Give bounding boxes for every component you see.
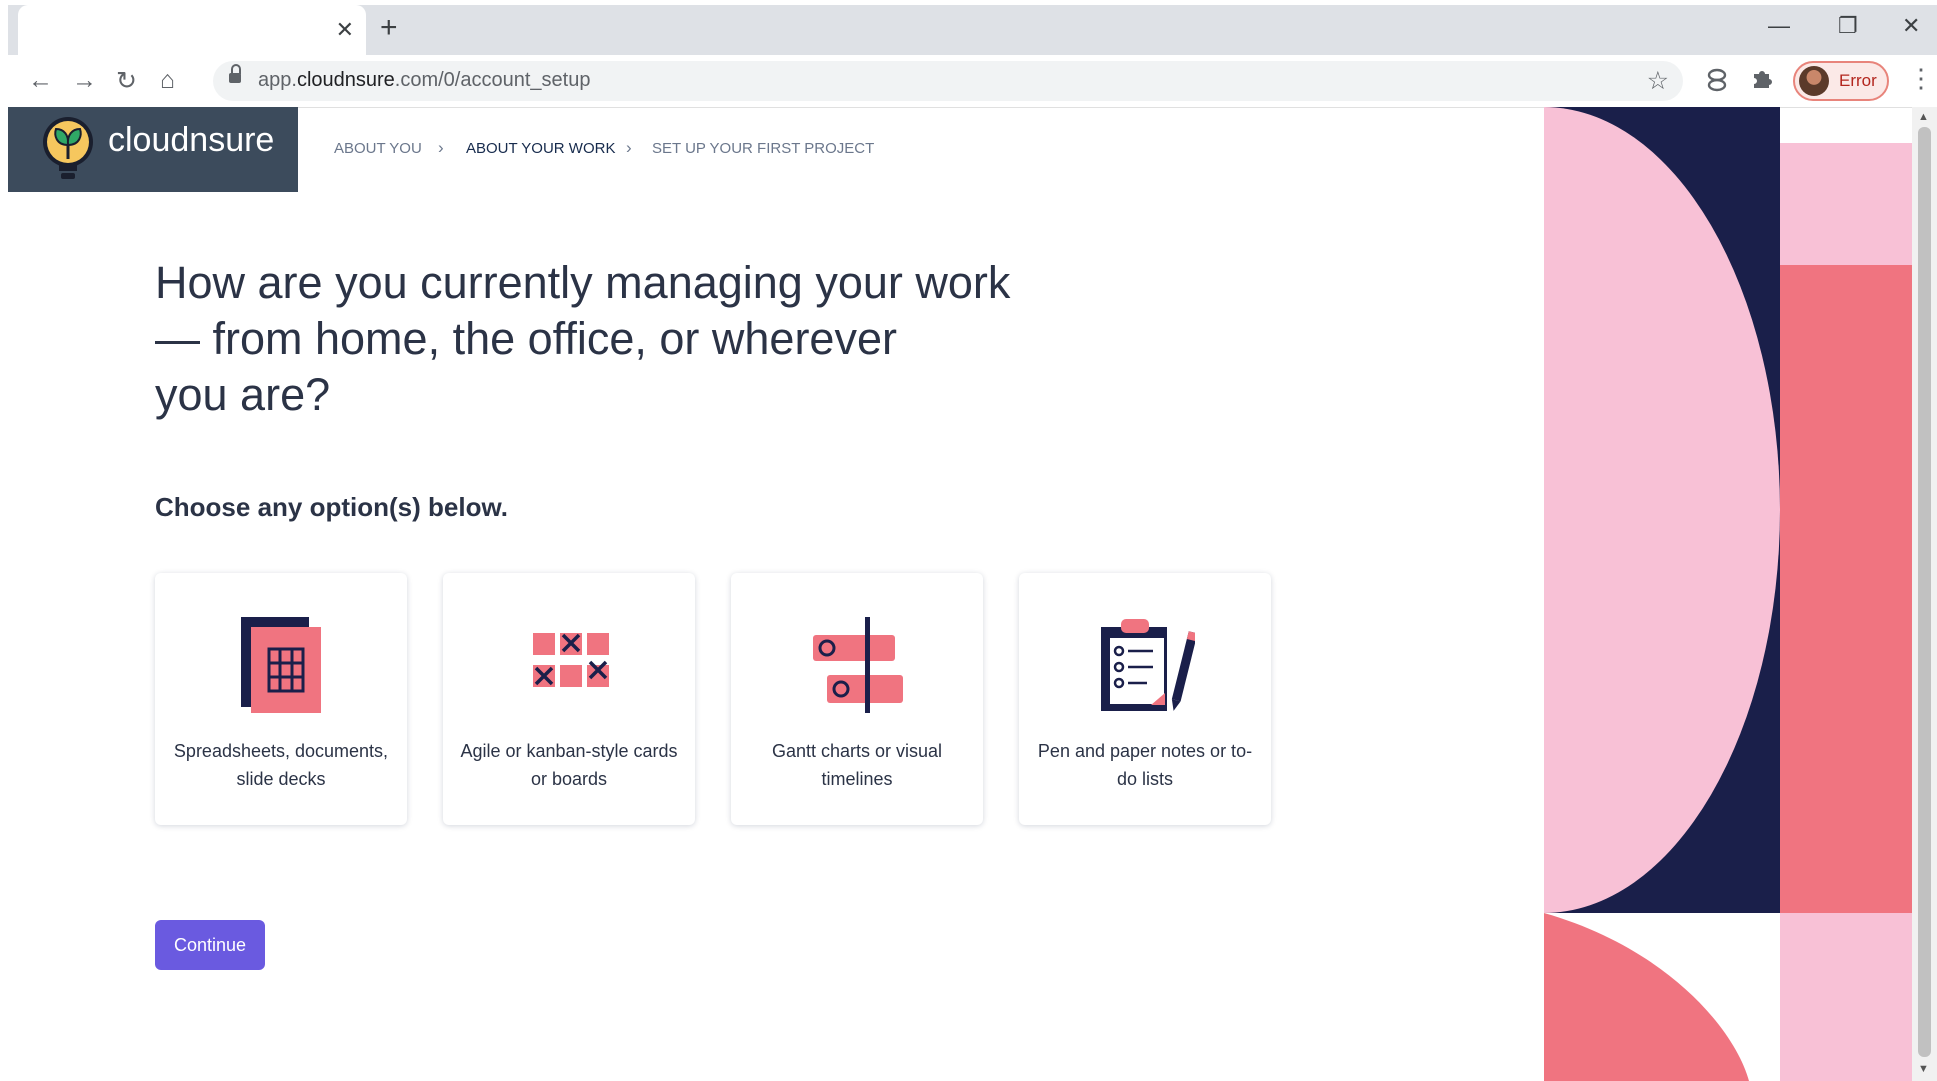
option-kanban[interactable]: Agile or kanban-style cards or boards (443, 573, 695, 825)
breadcrumb-about-you[interactable]: About you (334, 140, 422, 157)
page-title: How are you currently managing your work… (155, 257, 1011, 420)
address-bar[interactable]: app.cloudnsure.com/0/account_setup ☆ (213, 61, 1683, 101)
scrollbar-thumb[interactable] (1918, 127, 1931, 1057)
scroll-down-icon[interactable]: ▼ (1918, 1063, 1929, 1075)
gantt-icon (813, 617, 903, 713)
logo-text: cloudnsure (108, 121, 275, 159)
url-text[interactable]: app.cloudnsure.com/0/account_setup (258, 69, 590, 92)
browser-tab[interactable]: ✕ (18, 5, 366, 55)
option-pen-paper[interactable]: Pen and paper notes or to-do lists (1019, 573, 1271, 825)
logo[interactable]: cloudnsure (8, 107, 298, 192)
browser-toolbar: ← → ↻ ⌂ app.cloudnsure.com/0/account_set… (8, 55, 1937, 108)
restore-icon[interactable]: ❐ (1838, 13, 1858, 39)
minimize-icon[interactable]: — (1768, 13, 1790, 39)
breadcrumb-about-your-work[interactable]: About your work (466, 140, 615, 157)
avatar (1799, 66, 1829, 96)
clipboard-icon (1101, 619, 1195, 711)
tab-strip: ✕ + — ❐ ✕ (8, 5, 1937, 55)
option-spreadsheets[interactable]: Spreadsheets, documents, slide decks (155, 573, 407, 825)
forward-icon[interactable]: → (72, 66, 97, 95)
decorative-shapes (1544, 107, 1912, 1081)
lightbulb-leaf-icon (43, 117, 93, 179)
profile-button[interactable]: Error (1793, 61, 1889, 101)
bookmark-star-icon[interactable]: ☆ (1647, 66, 1669, 96)
page-scrollbar[interactable]: ▲ ▼ (1912, 107, 1937, 1081)
scroll-up-icon[interactable]: ▲ (1918, 111, 1929, 123)
options-prompt: Choose any option(s) below. (155, 492, 508, 522)
spreadsheet-icon (241, 617, 321, 713)
sync-extension-icon[interactable] (1704, 67, 1730, 99)
window-close-icon[interactable]: ✕ (1902, 13, 1920, 39)
new-tab-icon[interactable]: + (380, 11, 398, 45)
chevron-right-icon: › (626, 138, 632, 157)
more-menu-icon[interactable]: ⋮ (1908, 63, 1934, 94)
breadcrumb-set-up-project[interactable]: Set up your first project (652, 140, 874, 157)
reload-icon[interactable]: ↻ (116, 66, 137, 96)
option-gantt[interactable]: Gantt charts or visual timelines (731, 573, 983, 825)
lock-icon (229, 64, 241, 84)
kanban-icon (533, 633, 609, 687)
home-icon[interactable]: ⌂ (160, 66, 175, 95)
back-icon[interactable]: ← (28, 66, 53, 95)
puzzle-extension-icon[interactable] (1750, 67, 1774, 97)
page: cloudnsure About you › About your work ›… (8, 107, 1937, 1081)
chevron-right-icon: › (438, 138, 444, 157)
continue-button[interactable]: Continue (155, 920, 265, 970)
tab-close-icon[interactable]: ✕ (336, 17, 354, 43)
